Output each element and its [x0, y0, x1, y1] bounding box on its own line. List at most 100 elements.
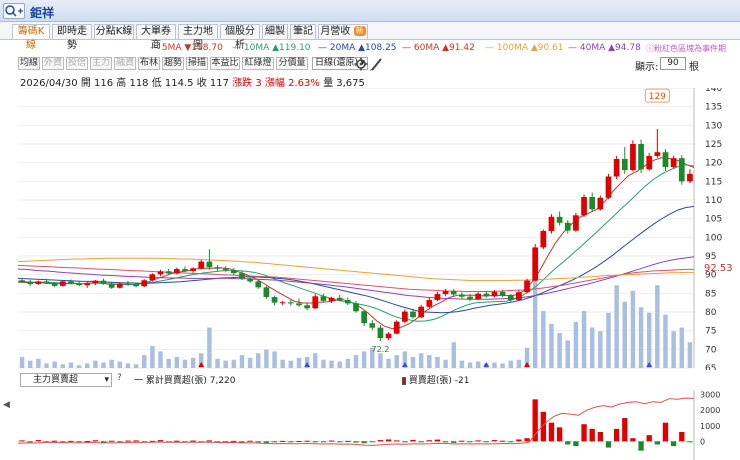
candle-body — [605, 176, 612, 198]
net-buy-bar — [483, 441, 489, 443]
volume-bar — [508, 360, 513, 368]
candle-body — [581, 197, 587, 216]
volume-bar — [345, 358, 351, 368]
candle-body — [336, 297, 343, 301]
tool-trust[interactable]: 投信 — [66, 57, 88, 70]
y-tick-label: 65 — [705, 364, 716, 370]
volume-bar — [443, 359, 448, 368]
tab-stock-analysis[interactable]: 個股分析 — [220, 24, 260, 51]
gear-icon[interactable] — [354, 57, 368, 71]
net-buy-bar — [630, 438, 636, 442]
net-buy-bar — [524, 438, 530, 442]
pencil-icon[interactable] — [370, 58, 382, 71]
candle-body — [116, 283, 123, 288]
candle-body — [613, 158, 620, 177]
tab-branch-kline[interactable]: 分點K線 — [94, 24, 134, 39]
bar-legend-value: 買賣超(張) -21 — [408, 376, 470, 386]
volume-bar — [182, 359, 188, 368]
net-buy-bar — [117, 441, 123, 443]
search-icon — [5, 5, 23, 17]
tool-trend[interactable]: 趨勢 — [162, 57, 184, 70]
candle-body — [35, 281, 42, 284]
net-buy-bar — [475, 440, 481, 442]
net-buy-bar — [312, 441, 318, 443]
candle-body — [133, 284, 139, 287]
net-buy-bar — [434, 439, 441, 442]
ma40-legend: — 40MA ▲94.78 — [568, 43, 641, 53]
candle-body — [654, 152, 661, 156]
volume-bar — [52, 361, 57, 368]
tool-bollinger[interactable]: 布林 — [138, 57, 160, 70]
volume-bar — [321, 359, 326, 368]
y-tick-label: 80 — [705, 308, 717, 318]
volume-bar — [158, 351, 163, 368]
volume-bar — [532, 280, 538, 368]
tool-price-volume[interactable]: 分價量 — [276, 57, 308, 70]
volume-bar — [500, 363, 505, 368]
net-buy-bar — [605, 441, 612, 448]
indicator-chart[interactable]: 3000 2000 1000 0 — [0, 386, 740, 460]
tab-detail[interactable]: 細製 — [262, 24, 288, 39]
ma-line-10ma — [17, 164, 695, 322]
volume-bar — [386, 358, 391, 368]
collapse-arrow-icon[interactable]: ◀ — [3, 400, 10, 410]
tool-ma[interactable]: 均線 — [18, 57, 40, 70]
net-buy-bar — [271, 441, 278, 443]
tab-chips-kline[interactable]: 籌碼K線 — [12, 24, 50, 51]
tab-label: 細製 — [265, 26, 285, 37]
y-tick-label: 110 — [705, 196, 722, 206]
candle-body — [516, 292, 522, 301]
tab-large-broker[interactable]: 大單券商 — [136, 24, 176, 51]
tool-main-force[interactable]: 主力 — [90, 57, 112, 70]
volume-bar — [239, 355, 245, 368]
tool-margin[interactable]: 融資 — [114, 57, 136, 70]
volume-bar — [589, 327, 595, 368]
volume-bar — [492, 362, 497, 368]
volume-bar — [190, 357, 196, 368]
price-chart[interactable]: 1401351301251201151101051009590858075706… — [0, 88, 740, 370]
y-tick-label: 95 — [705, 252, 716, 262]
volume-bar — [101, 362, 106, 368]
candle-body — [230, 270, 237, 274]
candle-body — [564, 222, 571, 231]
candle-body — [646, 155, 653, 170]
candle-body — [442, 291, 449, 295]
candle-body — [51, 282, 58, 286]
tab-main-force-map[interactable]: 主力地圖 — [178, 24, 218, 51]
volume-bar — [622, 301, 628, 368]
y-tick-label: 85 — [705, 289, 716, 299]
volume-bar — [655, 285, 660, 368]
tab-label: 分點K線 — [95, 26, 133, 37]
help-icon[interactable]: ? — [117, 373, 122, 383]
candle-body — [393, 321, 400, 334]
net-buy-bar — [19, 440, 25, 442]
candle-body — [459, 294, 465, 297]
y-tick-label: 100 — [705, 233, 722, 243]
tab-monthly-revenue[interactable]: 月營收 新 — [318, 24, 368, 39]
net-buy-bar — [613, 428, 620, 442]
net-buy-bar — [68, 440, 74, 442]
tab-realtime[interactable]: 即時走勢 — [52, 24, 92, 51]
net-buy-bar — [157, 440, 164, 442]
volume-bar — [296, 357, 302, 368]
tool-scan[interactable]: 掃描 — [186, 57, 208, 70]
volume-bar — [598, 331, 603, 368]
display-count-input[interactable]: 90 — [660, 57, 686, 70]
net-buy-bar — [451, 441, 457, 443]
net-buy-bar — [296, 441, 302, 443]
candle-body — [532, 247, 539, 281]
tab-label: 月營收 — [320, 26, 351, 37]
net-buy-bar — [280, 440, 286, 442]
candle-body — [638, 144, 644, 170]
candle-body — [491, 291, 498, 297]
tool-traffic-light[interactable]: 紅綠燈 — [242, 57, 274, 70]
tool-pe[interactable]: 本益比 — [210, 57, 240, 70]
tool-foreign[interactable]: 外資 — [42, 57, 64, 70]
volume-bar — [451, 342, 456, 368]
y-tick-label: 75 — [705, 327, 716, 337]
tab-notes[interactable]: 筆記 — [290, 24, 316, 39]
search-button[interactable] — [3, 3, 25, 19]
candle-body — [573, 215, 579, 231]
indicator-select[interactable]: 主力買賣超 ▾ — [20, 373, 112, 387]
net-buy-bar — [369, 441, 375, 443]
